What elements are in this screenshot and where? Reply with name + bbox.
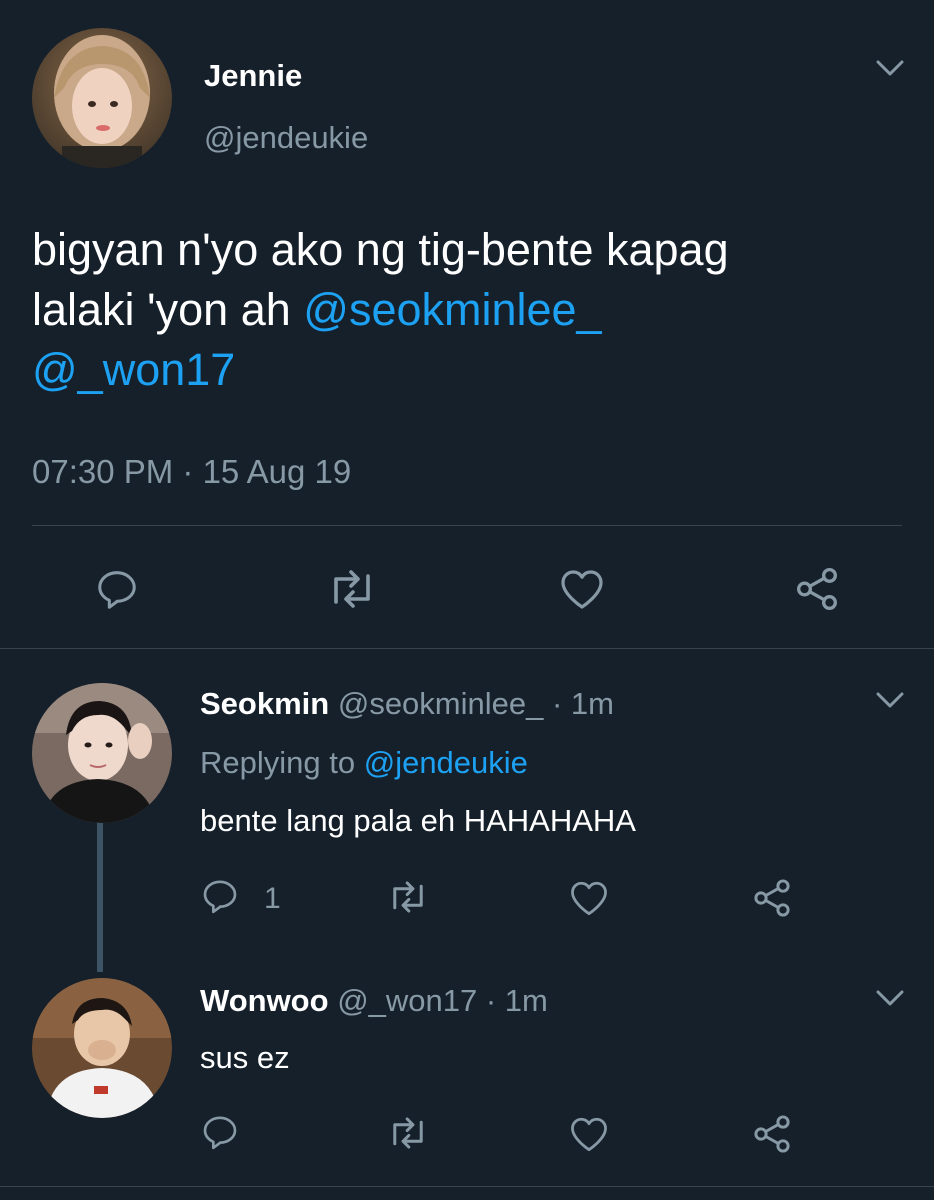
reply-header-wonwoo: Wonwoo @_won17 · 1m (200, 983, 548, 1019)
mention-seokminlee[interactable]: @seokminlee_ (303, 284, 601, 335)
retweet-icon[interactable] (386, 1114, 430, 1152)
like-icon[interactable] (568, 1114, 610, 1154)
chevron-down-icon[interactable] (874, 688, 906, 717)
tweet-text-line-1: bigyan n'yo ako ng tig-bente kapag (32, 224, 729, 275)
divider (0, 648, 934, 649)
reply-display-name[interactable]: Seokmin (200, 686, 329, 721)
reply-text: sus ez (200, 1040, 290, 1075)
tweet-text-segment: lalaki 'yon ah (32, 284, 304, 335)
divider (0, 1186, 934, 1187)
reply-icon[interactable] (200, 1112, 240, 1152)
main-display-name[interactable]: Jennie (204, 58, 302, 94)
share-icon[interactable] (750, 876, 794, 920)
reply-icon[interactable] (200, 876, 240, 916)
share-icon[interactable] (792, 564, 842, 614)
main-tweet-text: bigyan n'yo ako ng tig-bente kapag lalak… (32, 220, 912, 400)
main-handle[interactable]: @jendeukie (204, 120, 368, 156)
chevron-down-icon[interactable] (874, 986, 906, 1015)
avatar-seokmin[interactable] (32, 683, 172, 823)
thread-line (97, 820, 103, 972)
chevron-down-icon[interactable] (874, 56, 906, 85)
retweet-icon[interactable] (386, 878, 430, 916)
reply-meta[interactable]: @seokminlee_ · 1m (338, 686, 614, 721)
reply-text: bente lang pala eh HAHAHAHA (200, 803, 636, 838)
avatar-jennie[interactable] (32, 28, 172, 168)
like-icon[interactable] (568, 878, 610, 918)
like-icon[interactable] (558, 566, 606, 612)
reply-meta[interactable]: @_won17 · 1m (337, 983, 548, 1018)
reply-header-seokmin: Seokmin @seokminlee_ · 1m (200, 686, 614, 722)
retweet-icon[interactable] (326, 566, 378, 612)
replying-to-handle[interactable]: @jendeukie (364, 745, 528, 780)
reply-count: 1 (264, 882, 281, 915)
replying-to: Replying to @jendeukie (200, 745, 528, 781)
divider (32, 525, 902, 526)
tweet-text-line-2: lalaki 'yon ah @seokminlee_ (32, 280, 912, 340)
reply-display-name[interactable]: Wonwoo (200, 983, 329, 1018)
avatar-wonwoo[interactable] (32, 978, 172, 1118)
mention-won17[interactable]: @_won17 (32, 340, 912, 400)
share-icon[interactable] (750, 1112, 794, 1156)
replying-to-label: Replying to (200, 745, 364, 780)
reply-icon[interactable] (94, 566, 140, 612)
main-timestamp[interactable]: 07:30 PM · 15 Aug 19 (32, 452, 351, 492)
